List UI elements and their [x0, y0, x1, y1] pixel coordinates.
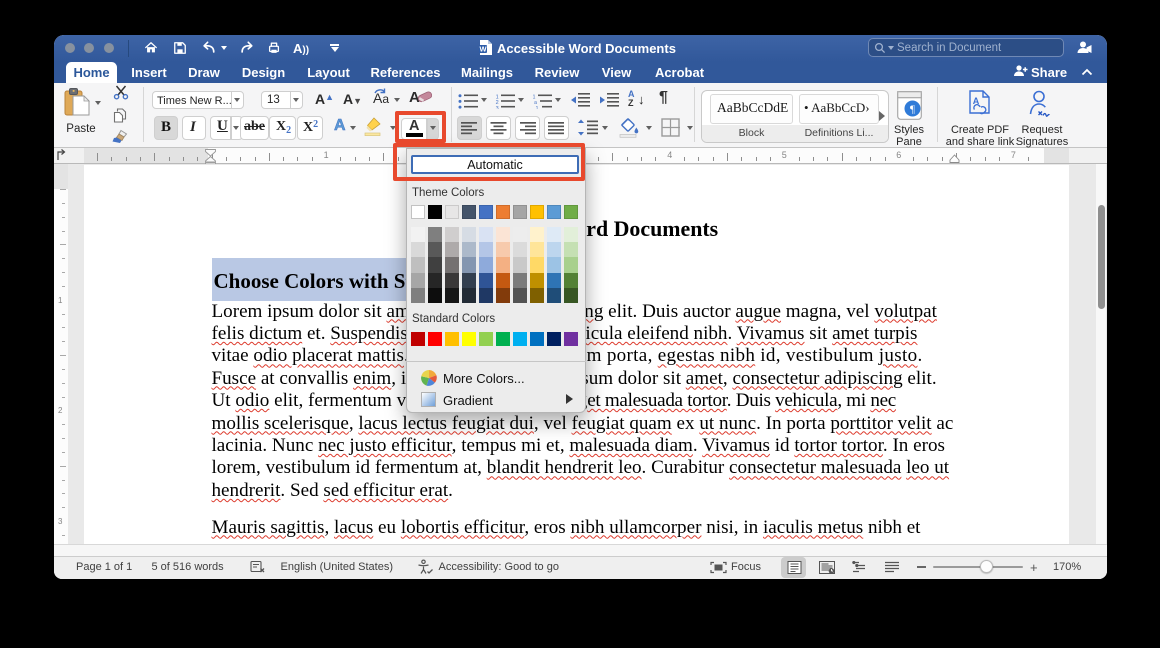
- svg-text:¶: ¶: [910, 104, 915, 116]
- svg-text:1: 1: [536, 106, 539, 109]
- svg-text:W: W: [479, 45, 487, 54]
- svg-text:3: 3: [496, 106, 499, 109]
